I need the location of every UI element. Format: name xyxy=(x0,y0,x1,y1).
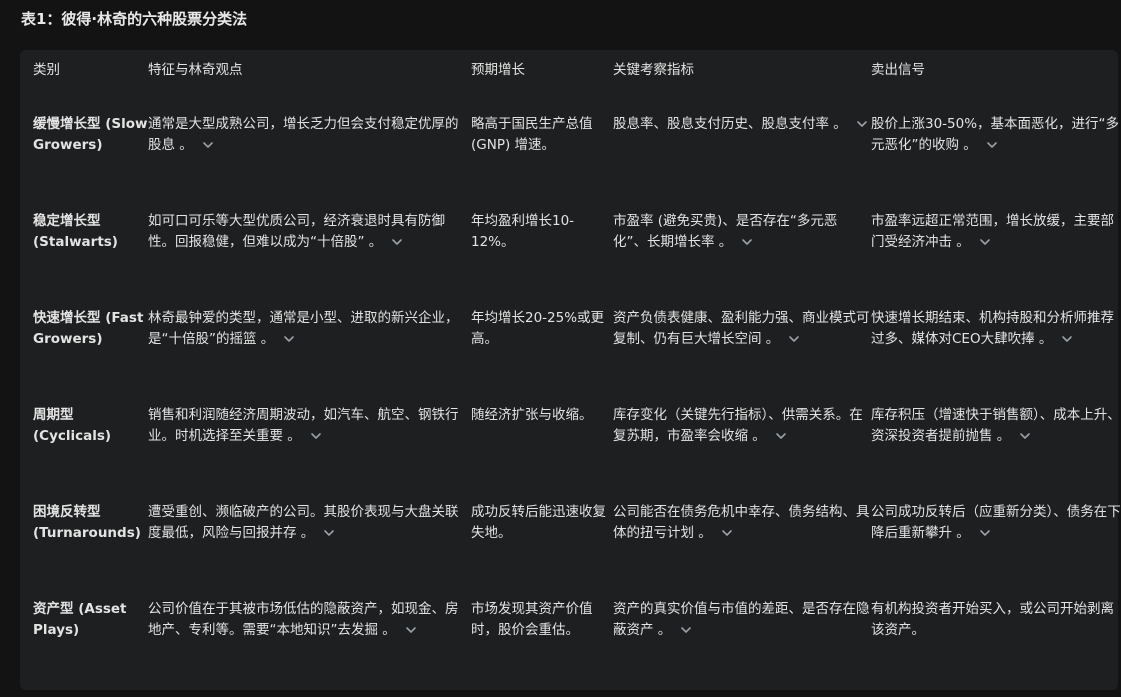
cell-category-text: 困境反转型 (Turnarounds) xyxy=(33,504,141,541)
cell-metrics-text: 股息率、股息支付历史、股息支付率 。 xyxy=(613,116,847,132)
cell-metrics: 公司能否在债务危机中幸存、债务结构、具体的扭亏计划 。 xyxy=(613,502,871,599)
table-row: 稳定增长型 (Stalwarts) 如可口可乐等大型优质公司，经济衰退时具有防御性… xyxy=(20,211,1121,308)
cell-features-text: 销售和利润随经济周期波动，如汽车、航空、钢铁行业。时机选择至关重要 。 xyxy=(148,407,459,444)
chevron-down-icon[interactable] xyxy=(772,429,790,443)
chevron-down-icon[interactable] xyxy=(199,138,217,152)
cell-sell-signal-text: 库存积压（增速快于销售额）、成本上升、资深投资者提前抛售 。 xyxy=(871,407,1121,444)
cell-metrics-text: 资产负债表健康、盈利能力强、商业模式可复制、仍有巨大增长空间 。 xyxy=(613,310,870,347)
cell-metrics-text: 公司能否在债务危机中幸存、债务结构、具体的扭亏计划 。 xyxy=(613,504,870,541)
cell-growth: 年均增长20-25%或更高。 xyxy=(471,308,613,405)
table-row: 资产型 (Asset Plays) 公司价值在于其被市场低估的隐蔽资产，如现金、房… xyxy=(20,599,1121,689)
cell-features-text: 遭受重创、濒临破产的公司。其股价表现与大盘关联度最低，风险与回报并存 。 xyxy=(148,504,459,541)
cell-sell-signal-text: 有机构投资者开始买入，或公司开始剥离该资产。 xyxy=(871,601,1114,638)
cell-growth: 市场发现其资产价值时，股价会重估。 xyxy=(471,599,613,689)
cell-growth: 随经济扩张与收缩。 xyxy=(471,405,613,502)
table-row: 周期型 (Cyclicals) 销售和利润随经济周期波动，如汽车、航空、钢铁行业。… xyxy=(20,405,1121,502)
header-growth: 预期增长 xyxy=(471,62,525,78)
chevron-down-icon[interactable] xyxy=(402,623,420,637)
table: 类别 特征与林奇观点 预期增长 关键考察指标 卖出信号 缓慢增长型 (Slow … xyxy=(20,50,1121,689)
cell-growth-text: 成功反转后能迅速收复失地。 xyxy=(471,504,606,541)
header-sell-signal: 卖出信号 xyxy=(871,62,925,78)
chevron-down-icon[interactable] xyxy=(388,235,406,249)
chevron-down-icon[interactable] xyxy=(307,429,325,443)
cell-features: 销售和利润随经济周期波动，如汽车、航空、钢铁行业。时机选择至关重要 。 xyxy=(148,405,471,502)
chevron-down-icon[interactable] xyxy=(976,526,994,540)
cell-sell-signal: 有机构投资者开始买入，或公司开始剥离该资产。 xyxy=(871,599,1121,689)
cell-metrics: 资产的真实价值与市值的差距、是否存在隐蔽资产 。 xyxy=(613,599,871,689)
cell-sell-signal-text: 公司成功反转后（应重新分类）、债务在下降后重新攀升 。 xyxy=(871,504,1121,541)
cell-category-text: 缓慢增长型 (Slow Growers) xyxy=(33,116,148,153)
header-features: 特征与林奇观点 xyxy=(148,62,243,78)
cell-features: 遭受重创、濒临破产的公司。其股价表现与大盘关联度最低，风险与回报并存 。 xyxy=(148,502,471,599)
chevron-down-icon[interactable] xyxy=(1058,332,1076,346)
cell-growth-text: 市场发现其资产价值时，股价会重估。 xyxy=(471,601,593,638)
cell-category-text: 资产型 (Asset Plays) xyxy=(33,601,127,638)
cell-features-text: 林奇最钟爱的类型，通常是小型、进取的新兴企业，是“十倍股”的摇篮 。 xyxy=(148,310,459,347)
cell-features: 如可口可乐等大型优质公司，经济衰退时具有防御性。回报稳健，但难以成为“十倍股” … xyxy=(148,211,471,308)
cell-growth-text: 略高于国民生产总值 (GNP) 增速。 xyxy=(471,116,593,153)
cell-features-text: 通常是大型成熟公司，增长乏力但会支付稳定优厚的股息 。 xyxy=(148,116,459,153)
cell-growth: 年均盈利增长10-12%。 xyxy=(471,211,613,308)
chevron-down-icon[interactable] xyxy=(976,235,994,249)
header-category: 类别 xyxy=(33,62,60,78)
cell-metrics: 库存变化（关键先行指标）、供需关系。在复苏期，市盈率会收缩 。 xyxy=(613,405,871,502)
chevron-down-icon[interactable] xyxy=(983,138,1001,152)
cell-sell-signal-text: 快速增长期结束、机构持股和分析师推荐过多、媒体对CEO大肆吹捧 。 xyxy=(871,310,1114,347)
cell-sell-signal: 库存积压（增速快于销售额）、成本上升、资深投资者提前抛售 。 xyxy=(871,405,1121,502)
cell-features: 通常是大型成熟公司，增长乏力但会支付稳定优厚的股息 。 xyxy=(148,100,471,211)
cell-category: 稳定增长型 (Stalwarts) xyxy=(20,211,148,308)
cell-metrics: 股息率、股息支付历史、股息支付率 。 xyxy=(613,100,871,211)
cell-sell-signal: 市盈率远超正常范围，增长放缓，主要部门受经济冲击 。 xyxy=(871,211,1121,308)
table-row: 缓慢增长型 (Slow Growers) 通常是大型成熟公司，增长乏力但会支付稳定… xyxy=(20,100,1121,211)
chevron-down-icon[interactable] xyxy=(1016,429,1034,443)
cell-category: 周期型 (Cyclicals) xyxy=(20,405,148,502)
cell-metrics: 资产负债表健康、盈利能力强、商业模式可复制、仍有巨大增长空间 。 xyxy=(613,308,871,405)
cell-category: 困境反转型 (Turnarounds) xyxy=(20,502,148,599)
cell-category: 快速增长型 (Fast Growers) xyxy=(20,308,148,405)
table-header-row: 类别 特征与林奇观点 预期增长 关键考察指标 卖出信号 xyxy=(20,50,1121,100)
cell-growth-text: 年均盈利增长10-12%。 xyxy=(471,213,575,250)
chevron-down-icon[interactable] xyxy=(718,526,736,540)
chevron-down-icon[interactable] xyxy=(853,117,871,131)
cell-category: 资产型 (Asset Plays) xyxy=(20,599,148,689)
cell-category-text: 快速增长型 (Fast Growers) xyxy=(33,310,144,347)
cell-metrics: 市盈率 (避免买贵)、是否存在“多元恶化”、长期增长率 。 xyxy=(613,211,871,308)
cell-sell-signal: 快速增长期结束、机构持股和分析师推荐过多、媒体对CEO大肆吹捧 。 xyxy=(871,308,1121,405)
cell-growth: 略高于国民生产总值 (GNP) 增速。 xyxy=(471,100,613,211)
cell-features: 林奇最钟爱的类型，通常是小型、进取的新兴企业，是“十倍股”的摇篮 。 xyxy=(148,308,471,405)
table-row: 快速增长型 (Fast Growers) 林奇最钟爱的类型，通常是小型、进取的新兴… xyxy=(20,308,1121,405)
page-title: 表1：彼得·林奇的六种股票分类法 xyxy=(21,10,248,28)
cell-sell-signal: 股价上涨30-50%，基本面恶化，进行“多元恶化”的收购 。 xyxy=(871,100,1121,211)
cell-sell-signal: 公司成功反转后（应重新分类）、债务在下降后重新攀升 。 xyxy=(871,502,1121,599)
cell-metrics-text: 市盈率 (避免买贵)、是否存在“多元恶化”、长期增长率 。 xyxy=(613,213,838,250)
cell-metrics-text: 库存变化（关键先行指标）、供需关系。在复苏期，市盈率会收缩 。 xyxy=(613,407,863,444)
cell-growth-text: 随经济扩张与收缩。 xyxy=(471,407,593,423)
cell-growth: 成功反转后能迅速收复失地。 xyxy=(471,502,613,599)
cell-features: 公司价值在于其被市场低估的隐蔽资产，如现金、房地产、专利等。需要“本地知识”去发… xyxy=(148,599,471,689)
chevron-down-icon[interactable] xyxy=(677,623,695,637)
cell-category-text: 周期型 (Cyclicals) xyxy=(33,407,112,444)
table-row: 困境反转型 (Turnarounds) 遭受重创、濒临破产的公司。其股价表现与大盘… xyxy=(20,502,1121,599)
chevron-down-icon[interactable] xyxy=(785,332,803,346)
stock-classification-table: 类别 特征与林奇观点 预期增长 关键考察指标 卖出信号 缓慢增长型 (Slow … xyxy=(20,50,1121,690)
chevron-down-icon[interactable] xyxy=(280,332,298,346)
cell-growth-text: 年均增长20-25%或更高。 xyxy=(471,310,605,347)
cell-category: 缓慢增长型 (Slow Growers) xyxy=(20,100,148,211)
chevron-down-icon[interactable] xyxy=(320,526,338,540)
cell-metrics-text: 资产的真实价值与市值的差距、是否存在隐蔽资产 。 xyxy=(613,601,870,638)
cell-category-text: 稳定增长型 (Stalwarts) xyxy=(33,213,118,250)
header-metrics: 关键考察指标 xyxy=(613,62,694,78)
chevron-down-icon[interactable] xyxy=(738,235,756,249)
